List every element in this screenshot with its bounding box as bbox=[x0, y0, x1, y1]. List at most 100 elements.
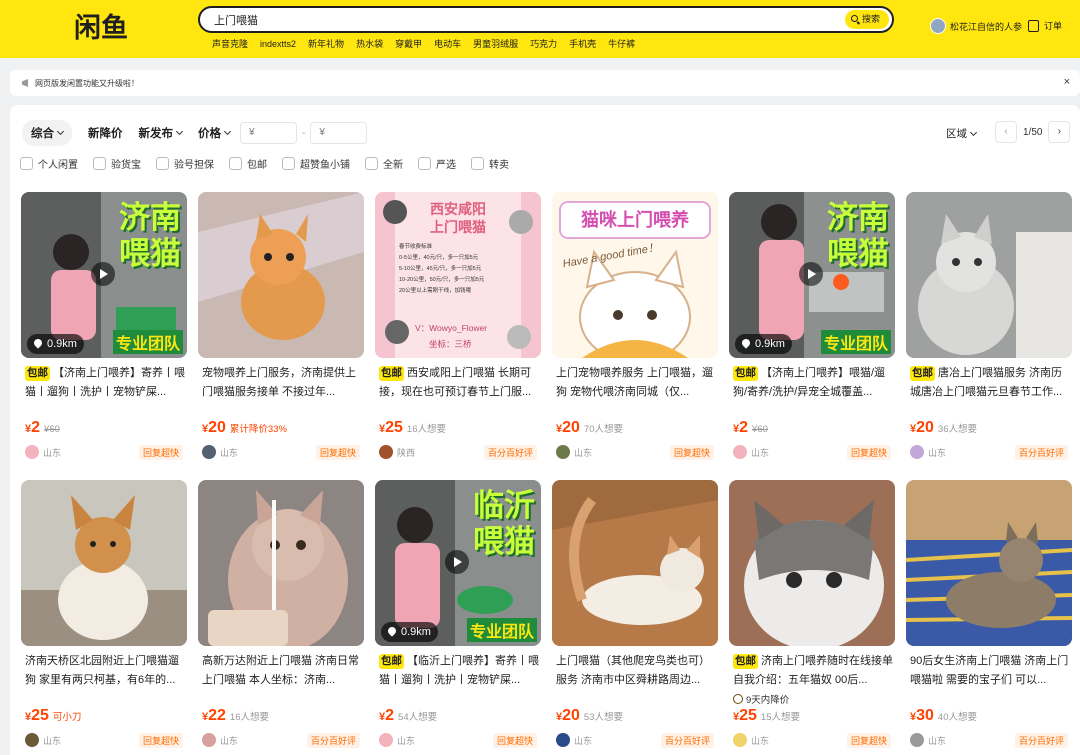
seller-badge: 回复超快 bbox=[138, 444, 183, 460]
hotword[interactable]: 新年礼物 bbox=[308, 38, 344, 50]
sort-price-drop[interactable]: 新降价 bbox=[88, 120, 123, 146]
product-thumbnail[interactable] bbox=[552, 480, 718, 646]
filter-free-shipping[interactable]: 包邮 bbox=[229, 156, 267, 171]
filter-personal[interactable]: 个人闲置 bbox=[20, 156, 78, 171]
seller-row: 陕西 百分百好评 bbox=[379, 444, 537, 460]
seller-badge: 回复超快 bbox=[492, 732, 537, 748]
next-page-button[interactable]: › bbox=[1048, 121, 1071, 143]
hotword[interactable]: 穿戴甲 bbox=[395, 38, 422, 50]
product-thumbnail[interactable] bbox=[906, 192, 1072, 358]
checkbox[interactable] bbox=[156, 157, 169, 170]
product-card[interactable]: 西安咸阳 上门喂猫 春节收费标准 0-5公里，40元/只，多一只加5元 5-10… bbox=[375, 192, 541, 467]
product-title[interactable]: 包邮 济南上门喂养随时在线接单 自我介绍：五年猫奴 00后... bbox=[733, 652, 893, 690]
product-card[interactable]: 济南 喂猫 专业团队 0.9km 包邮 【济南上门喂养】寄养丨喂猫丨遛狗丨洗护丨宠… bbox=[21, 192, 187, 467]
product-card[interactable]: 济南天桥区北园附近上门喂猫遛狗 家里有两只柯基，有6年的... ¥25 可小刀 山… bbox=[21, 480, 187, 755]
region-select[interactable]: 区域 bbox=[946, 126, 978, 141]
product-title[interactable]: 上门宠物喂养服务 上门喂猫，遛狗 宠物代喂济南同城（仅... bbox=[556, 364, 716, 402]
chevron-down-icon bbox=[969, 128, 978, 136]
product-card[interactable]: 包邮 济南上门喂养随时在线接单 自我介绍：五年猫奴 00后... 9天内降价 ¥2… bbox=[729, 480, 895, 755]
product-thumbnail[interactable]: 济南 喂猫 专业团队 0.9km bbox=[729, 192, 895, 358]
search-input[interactable] bbox=[214, 12, 814, 28]
checkbox[interactable] bbox=[471, 157, 484, 170]
user-menu[interactable]: 松花江自信的人参 bbox=[930, 18, 1022, 34]
product-thumbnail[interactable]: 济南 喂猫 专业团队 0.9km bbox=[21, 192, 187, 358]
orders-link[interactable]: 订单 bbox=[1028, 19, 1062, 32]
product-thumbnail[interactable] bbox=[21, 480, 187, 646]
play-icon[interactable] bbox=[799, 262, 823, 286]
product-title[interactable]: 济南天桥区北园附近上门喂猫遛狗 家里有两只柯基，有6年的... bbox=[25, 652, 185, 690]
prev-page-button[interactable]: ‹ bbox=[995, 121, 1017, 143]
filter-selected[interactable]: 严选 bbox=[418, 156, 456, 171]
product-title[interactable]: 包邮 【济南上门喂养】喂猫/遛狗/寄养/洗护/异宠全城覆盖... bbox=[733, 364, 893, 402]
product-title[interactable]: 宠物喂养上门服务，济南提供上门喂猫服务接单 不接过年... bbox=[202, 364, 362, 402]
sort-price[interactable]: 价格 bbox=[198, 120, 232, 146]
subtag-text: 9天内降价 bbox=[746, 695, 790, 706]
close-icon[interactable]: × bbox=[1064, 76, 1070, 88]
product-title[interactable]: 高新万达附近上门喂猫 济南日常上门喂猫 本人坐标：济南... bbox=[202, 652, 362, 690]
search-bar: 搜索 bbox=[198, 6, 894, 33]
product-thumbnail[interactable]: 猫咪上门喂养 Have a good time！ bbox=[552, 192, 718, 358]
product-thumbnail[interactable]: 西安咸阳 上门喂猫 春节收费标准 0-5公里，40元/只，多一只加5元 5-10… bbox=[375, 192, 541, 358]
product-thumbnail[interactable] bbox=[198, 480, 364, 646]
avatar bbox=[930, 18, 946, 34]
play-icon[interactable] bbox=[445, 550, 469, 574]
checkbox[interactable] bbox=[418, 157, 431, 170]
overlay-line: 0-5公里，40元/只，多一只加5元 bbox=[399, 255, 479, 261]
price-line: ¥20 36人想要 bbox=[910, 419, 977, 437]
product-title[interactable]: 包邮 西安咸阳上门喂猫 长期可接，现在也可预订春节上门服... bbox=[379, 364, 539, 402]
product-thumbnail[interactable] bbox=[729, 480, 895, 646]
sort-newest[interactable]: 新发布 bbox=[139, 120, 184, 146]
hotword[interactable]: indextts2 bbox=[260, 38, 296, 50]
filter-top-shop[interactable]: 超赞鱼小铺 bbox=[282, 156, 350, 171]
hotword[interactable]: 热水袋 bbox=[356, 38, 383, 50]
title-text: 高新万达附近上门喂猫 济南日常上门喂猫 本人坐标：济南... bbox=[202, 655, 360, 686]
play-icon[interactable] bbox=[91, 262, 115, 286]
overlay-title: 临沂 喂猫 bbox=[473, 488, 535, 559]
filter-new[interactable]: 全新 bbox=[365, 156, 403, 171]
hotword[interactable]: 巧克力 bbox=[530, 38, 557, 50]
sort-comprehensive[interactable]: 综合 bbox=[22, 120, 72, 146]
product-card[interactable]: 济南 喂猫 专业团队 0.9km 包邮 【济南上门喂养】喂猫/遛狗/寄养/洗护/异… bbox=[729, 192, 895, 467]
product-card[interactable]: 包邮 唐冶上门喂猫服务 济南历城唐冶上门喂猫元旦春节工作... ¥20 36人想要 … bbox=[906, 192, 1072, 467]
megaphone-icon bbox=[22, 79, 28, 87]
filter-account-guarantee[interactable]: 验号担保 bbox=[156, 156, 214, 171]
product-card[interactable]: 高新万达附近上门喂猫 济南日常上门喂猫 本人坐标：济南... ¥22 16人想要 … bbox=[198, 480, 364, 755]
filter-inspection[interactable]: 验货宝 bbox=[93, 156, 141, 171]
hotword[interactable]: 声音克隆 bbox=[212, 38, 248, 50]
hotword[interactable]: 手机壳 bbox=[569, 38, 596, 50]
checkbox[interactable] bbox=[282, 157, 295, 170]
price-min-input[interactable]: ¥ bbox=[240, 122, 297, 144]
checkbox[interactable] bbox=[93, 157, 106, 170]
location: 山东 bbox=[220, 447, 239, 458]
product-thumbnail[interactable] bbox=[906, 480, 1072, 646]
product-card[interactable]: 猫咪上门喂养 Have a good time！ 上门宠物喂养服务 上门喂猫，遛… bbox=[552, 192, 718, 467]
checkbox[interactable] bbox=[20, 157, 33, 170]
seller-badge: 回复超快 bbox=[846, 444, 891, 460]
product-title[interactable]: 上门喂猫（其他爬宠鸟类也可）服务 济南市中区舜耕路周边... bbox=[556, 652, 716, 690]
checkbox[interactable] bbox=[365, 157, 378, 170]
product-title[interactable]: 包邮 唐冶上门喂猫服务 济南历城唐冶上门喂猫元旦春节工作... bbox=[910, 364, 1070, 402]
product-title[interactable]: 90后女生济南上门喂猫 济南上门喂猫啦 需要的宝子们 可以... bbox=[910, 652, 1070, 690]
product-card[interactable]: 宠物喂养上门服务，济南提供上门喂猫服务接单 不接过年... ¥20 累计降价33%… bbox=[198, 192, 364, 467]
price-max-input[interactable]: ¥ bbox=[310, 122, 368, 144]
checkbox[interactable] bbox=[229, 157, 242, 170]
product-title[interactable]: 包邮 【临沂上门喂养】寄养丨喂猫丨遛狗丨洗护丨宠物铲屎... bbox=[379, 652, 539, 690]
seller-row: 山东 百分百好评 bbox=[910, 732, 1068, 748]
filter-resell[interactable]: 转卖 bbox=[471, 156, 509, 171]
price-line: ¥25 可小刀 bbox=[25, 707, 81, 725]
seller-row: 山东 回复超快 bbox=[556, 444, 714, 460]
product-card[interactable]: 90后女生济南上门喂猫 济南上门喂猫啦 需要的宝子们 可以... ¥30 40人想… bbox=[906, 480, 1072, 755]
hotword[interactable]: 电动车 bbox=[434, 38, 461, 50]
hotword[interactable]: 男童羽绒服 bbox=[473, 38, 518, 50]
product-card[interactable]: 临沂 喂猫 专业团队 0.9km 包邮 【临沂上门喂养】寄养丨喂猫丨遛狗丨洗护丨宠… bbox=[375, 480, 541, 755]
location: 山东 bbox=[43, 735, 62, 746]
product-thumbnail[interactable] bbox=[198, 192, 364, 358]
hotword[interactable]: 牛仔裤 bbox=[608, 38, 635, 50]
search-button[interactable]: 搜索 bbox=[845, 10, 889, 29]
product-title[interactable]: 包邮 【济南上门喂养】寄养丨喂猫丨遛狗丨洗护丨宠物铲屎... bbox=[25, 364, 185, 402]
product-card[interactable]: 上门喂猫（其他爬宠鸟类也可）服务 济南市中区舜耕路周边... ¥20 53人想要 … bbox=[552, 480, 718, 755]
overlay-contact: V：Wowyo_Flower 坐标：三桥 bbox=[415, 320, 487, 352]
xianyu-logo[interactable]: 闲鱼 bbox=[74, 10, 134, 44]
product-thumbnail[interactable]: 临沂 喂猫 专业团队 0.9km bbox=[375, 480, 541, 646]
notice-text[interactable]: 网页版发闲置功能又升级啦！ bbox=[35, 78, 139, 89]
